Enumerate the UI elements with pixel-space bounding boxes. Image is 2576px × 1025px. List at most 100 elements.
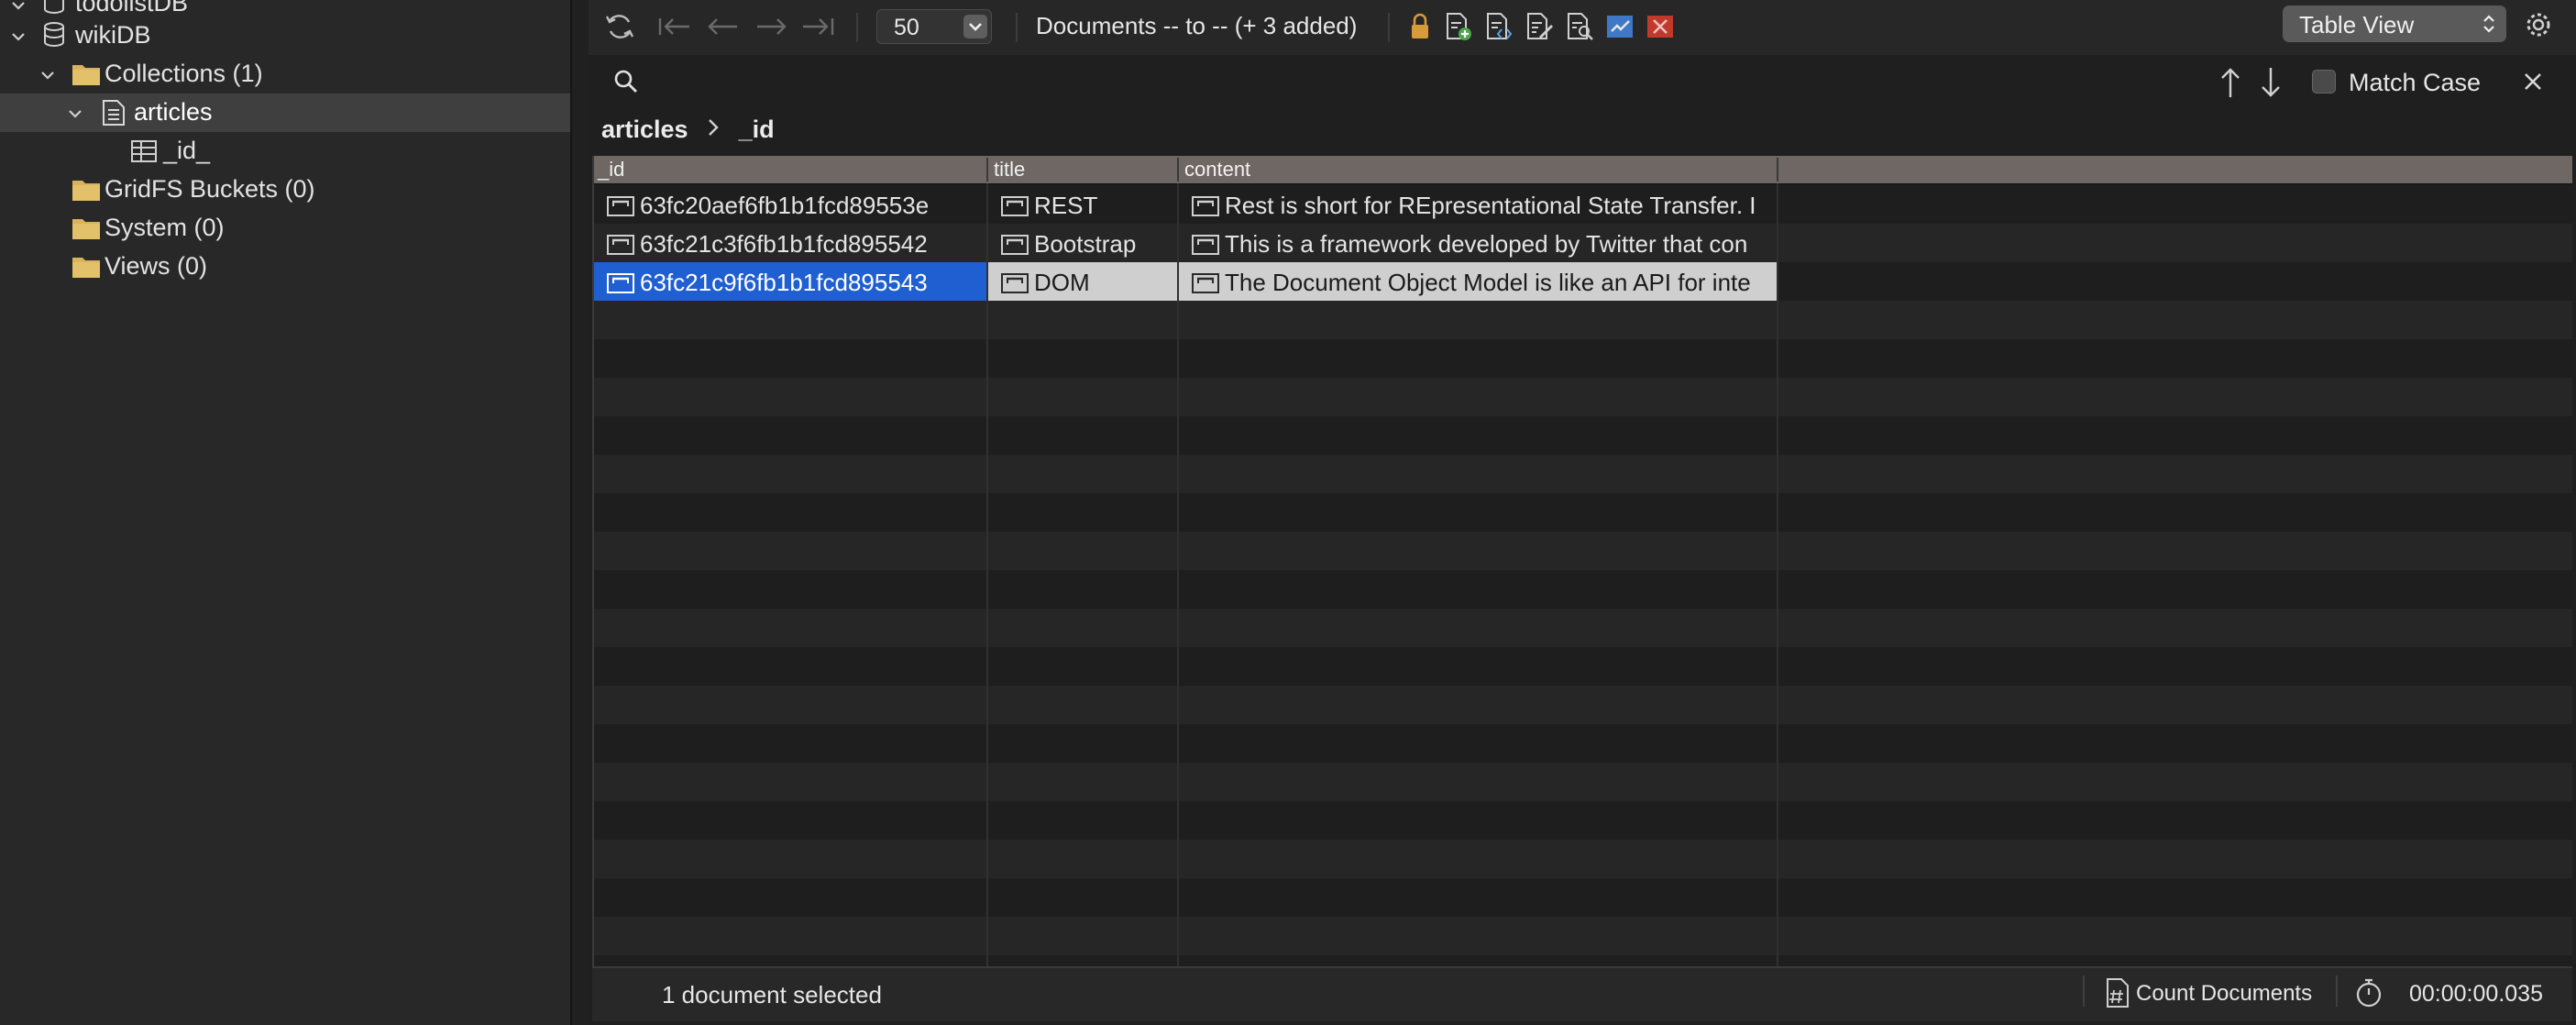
search-icon[interactable] — [612, 68, 640, 100]
table-row-2-title[interactable]: DOM — [988, 262, 1177, 301]
toolbar-separator — [856, 13, 858, 42]
tree-item-index-id[interactable]: _id_ — [0, 132, 570, 171]
string-field-icon — [1001, 271, 1029, 300]
cell-text: REST — [1034, 192, 1098, 219]
tree-item-label: wikiDB — [75, 21, 151, 49]
breadcrumb-collection[interactable]: articles — [601, 116, 688, 143]
table-row-0-id[interactable]: 63fc20aef6fb1b1fcd89553e — [594, 185, 986, 224]
chevron-down-icon[interactable] — [9, 0, 28, 15]
sidebar: todolistDB wikiDB Collections (1) articl… — [0, 0, 570, 1025]
previous-page-icon[interactable] — [704, 11, 737, 42]
table-row-0-title[interactable]: REST — [988, 185, 1177, 224]
column-divider — [1777, 183, 1778, 966]
tree-item-articles[interactable]: articles — [0, 94, 570, 132]
folder-icon — [72, 178, 101, 202]
view-mode-select[interactable]: Table View — [2283, 6, 2506, 42]
close-icon[interactable] — [2521, 70, 2545, 98]
column-divider — [1177, 183, 1179, 966]
chevron-right-icon — [704, 116, 722, 146]
string-field-icon — [1192, 271, 1219, 300]
table-row-background — [594, 801, 2572, 840]
column-header-content[interactable]: content — [1184, 158, 1250, 182]
table-row-0-content[interactable]: Rest is short for REpresentational State… — [1179, 185, 1777, 224]
tree-item-label: Collections (1) — [105, 60, 263, 87]
tree-item-label: articles — [134, 98, 213, 126]
column-header-title[interactable]: title — [994, 158, 1025, 182]
breadcrumb-field[interactable]: _id — [739, 116, 775, 143]
table-row-2-id[interactable]: 63fc21c9f6fb1b1fcd895543 — [594, 262, 986, 301]
chevron-down-icon[interactable] — [963, 15, 987, 39]
string-field-icon — [1192, 194, 1219, 223]
chevron-down-icon[interactable] — [9, 28, 28, 46]
split-divider[interactable] — [570, 0, 589, 1025]
tree-item-system[interactable]: System (0) — [0, 209, 570, 248]
documents-range-label: Documents -- to -- (+ 3 added) — [1036, 12, 1358, 39]
table-row-background — [594, 647, 2572, 686]
table-row-background — [594, 416, 2572, 455]
add-document-icon[interactable] — [1443, 11, 1476, 42]
tree-item-label: System (0) — [105, 214, 225, 241]
query-elapsed-time: 00:00:00.035 — [2409, 981, 2543, 1007]
tree-item-gridfs-buckets[interactable]: GridFS Buckets (0) — [0, 171, 570, 209]
selection-status: 1 document selected — [662, 981, 882, 1008]
database-icon — [42, 22, 66, 48]
table-row-2-content[interactable]: The Document Object Model is like an API… — [1179, 262, 1777, 301]
column-resize-handle[interactable] — [986, 158, 988, 182]
tree-item-wikidb[interactable]: wikiDB — [0, 17, 570, 55]
edit-document-icon[interactable] — [1524, 11, 1557, 42]
folder-icon — [72, 62, 101, 86]
cell-text: Bootstrap — [1034, 230, 1137, 258]
string-field-icon — [1001, 194, 1029, 223]
delete-document-icon[interactable] — [1645, 11, 1678, 42]
match-case-checkbox[interactable] — [2312, 70, 2336, 94]
count-documents-button[interactable]: Count Documents — [2136, 981, 2312, 1007]
arrow-down-icon[interactable] — [2257, 66, 2284, 104]
tree-item-views[interactable]: Views (0) — [0, 248, 570, 286]
table-row-background — [594, 724, 2572, 763]
chevron-down-icon[interactable] — [39, 66, 57, 84]
status-separator — [2083, 975, 2085, 1007]
table-header: _id title content — [594, 156, 2572, 184]
string-field-icon — [1192, 233, 1219, 261]
column-header-id[interactable]: _id — [598, 158, 624, 182]
lock-icon[interactable] — [1404, 11, 1437, 42]
chevron-down-icon[interactable] — [66, 105, 84, 123]
cell-text: This is a framework developed by Twitter… — [1225, 230, 1748, 258]
find-document-icon[interactable] — [1564, 11, 1597, 42]
table-row-background — [594, 763, 2572, 801]
tree-item-label: todolistDB — [75, 0, 189, 17]
hash-document-icon[interactable] — [2105, 977, 2130, 1013]
string-field-icon — [607, 271, 634, 300]
validate-icon[interactable] — [1604, 11, 1637, 42]
first-page-icon[interactable] — [656, 11, 689, 42]
cell-text: 63fc21c3f6fb1b1fcd895542 — [640, 230, 928, 258]
database-icon — [42, 0, 66, 15]
index-icon — [130, 139, 158, 163]
column-resize-handle[interactable] — [1177, 158, 1179, 182]
column-divider — [986, 183, 988, 966]
refresh-icon[interactable] — [603, 11, 636, 42]
next-page-icon[interactable] — [754, 11, 787, 42]
table-row-1-content[interactable]: This is a framework developed by Twitter… — [1179, 224, 1777, 262]
up-down-chevron-icon — [2481, 13, 2497, 39]
table-row-background — [594, 570, 2572, 609]
gear-icon[interactable] — [2523, 9, 2556, 40]
table-row-background — [594, 532, 2572, 570]
string-field-icon — [1001, 233, 1029, 261]
column-resize-handle[interactable] — [1777, 158, 1778, 182]
folder-icon — [72, 216, 101, 240]
arrow-up-icon[interactable] — [2217, 66, 2244, 104]
tree-item-collections[interactable]: Collections (1) — [0, 55, 570, 94]
string-field-icon — [607, 233, 634, 261]
stopwatch-icon — [2354, 977, 2383, 1013]
table-row-background — [594, 378, 2572, 416]
table-row-background — [594, 609, 2572, 647]
table-row-background — [594, 455, 2572, 493]
last-page-icon[interactable] — [799, 11, 834, 42]
edit-document-code-icon[interactable] — [1483, 11, 1516, 42]
page-size-select[interactable]: 50 — [876, 9, 992, 44]
table-row-background — [594, 917, 2572, 955]
table-row-1-id[interactable]: 63fc21c3f6fb1b1fcd895542 — [594, 224, 986, 262]
table-row-1-title[interactable]: Bootstrap — [988, 224, 1177, 262]
view-mode-value: Table View — [2299, 11, 2415, 39]
